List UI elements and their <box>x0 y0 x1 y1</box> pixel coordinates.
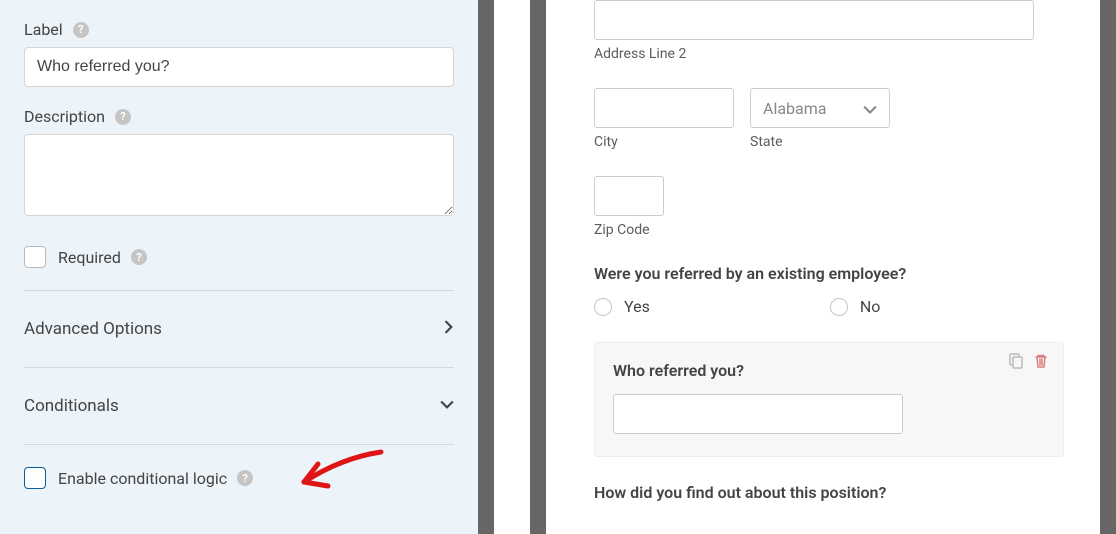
city-label: City <box>594 134 734 150</box>
required-checkbox[interactable] <box>24 246 46 268</box>
city-state-row: City Alabama State <box>594 88 1064 150</box>
duplicate-icon[interactable] <box>1007 353 1023 373</box>
description-field-group: Description ? <box>24 107 454 220</box>
radio-no[interactable] <box>830 298 848 316</box>
find-out-title: How did you find out about this position… <box>594 483 1064 502</box>
radio-yes-label: Yes <box>624 297 650 316</box>
address-line-2-group: Address Line 2 <box>594 0 1064 62</box>
help-icon[interactable]: ? <box>237 470 253 486</box>
radio-no-label: No <box>860 297 881 316</box>
panel-gap <box>478 0 546 534</box>
scrollbar[interactable] <box>1100 0 1116 534</box>
help-icon[interactable]: ? <box>73 22 89 38</box>
address-line-2-input[interactable] <box>594 0 1034 40</box>
enable-conditional-label: Enable conditional logic <box>58 469 227 488</box>
label-field-group: Label ? <box>24 20 454 87</box>
divider <box>24 367 454 368</box>
referred-question-group: Were you referred by an existing employe… <box>594 264 1064 316</box>
required-label: Required <box>58 248 121 267</box>
chevron-down-icon <box>863 99 877 118</box>
field-settings-panel: Label ? Description ? Required ? Advance… <box>0 0 478 534</box>
selected-field-who-referred[interactable]: Who referred you? <box>594 342 1064 457</box>
zip-label: Zip Code <box>594 222 1064 238</box>
find-out-group: How did you find out about this position… <box>594 483 1064 502</box>
label-field-title: Label <box>24 20 63 39</box>
description-textarea[interactable] <box>24 134 454 216</box>
radio-yes[interactable] <box>594 298 612 316</box>
gap-bar-right <box>530 0 546 534</box>
state-value: Alabama <box>763 99 826 118</box>
advanced-options-title: Advanced Options <box>24 319 162 339</box>
divider <box>24 290 454 291</box>
chevron-right-icon <box>444 320 454 338</box>
conditionals-title: Conditionals <box>24 396 119 416</box>
enable-conditional-checkbox[interactable] <box>24 467 46 489</box>
state-select[interactable]: Alabama <box>750 88 890 128</box>
gap-bar-left <box>478 0 494 534</box>
address-line-2-label: Address Line 2 <box>594 46 1064 62</box>
who-referred-title: Who referred you? <box>613 361 1045 380</box>
required-row: Required ? <box>24 240 454 274</box>
divider <box>24 444 454 445</box>
label-input[interactable] <box>24 47 454 87</box>
zip-group: Zip Code <box>594 176 1064 238</box>
city-input[interactable] <box>594 88 734 128</box>
help-icon[interactable]: ? <box>131 249 147 265</box>
zip-input[interactable] <box>594 176 664 216</box>
enable-conditional-row: Enable conditional logic ? <box>24 461 454 495</box>
chevron-down-icon <box>440 398 454 414</box>
referred-question-title: Were you referred by an existing employe… <box>594 264 1064 283</box>
state-label: State <box>750 134 890 150</box>
delete-icon[interactable] <box>1033 353 1049 373</box>
who-referred-input[interactable] <box>613 394 903 434</box>
form-preview-panel: Address Line 2 City Alabama State <box>546 0 1116 534</box>
advanced-options-header[interactable]: Advanced Options <box>24 307 454 351</box>
help-icon[interactable]: ? <box>115 109 131 125</box>
description-field-title: Description <box>24 107 105 126</box>
conditionals-header[interactable]: Conditionals <box>24 384 454 428</box>
